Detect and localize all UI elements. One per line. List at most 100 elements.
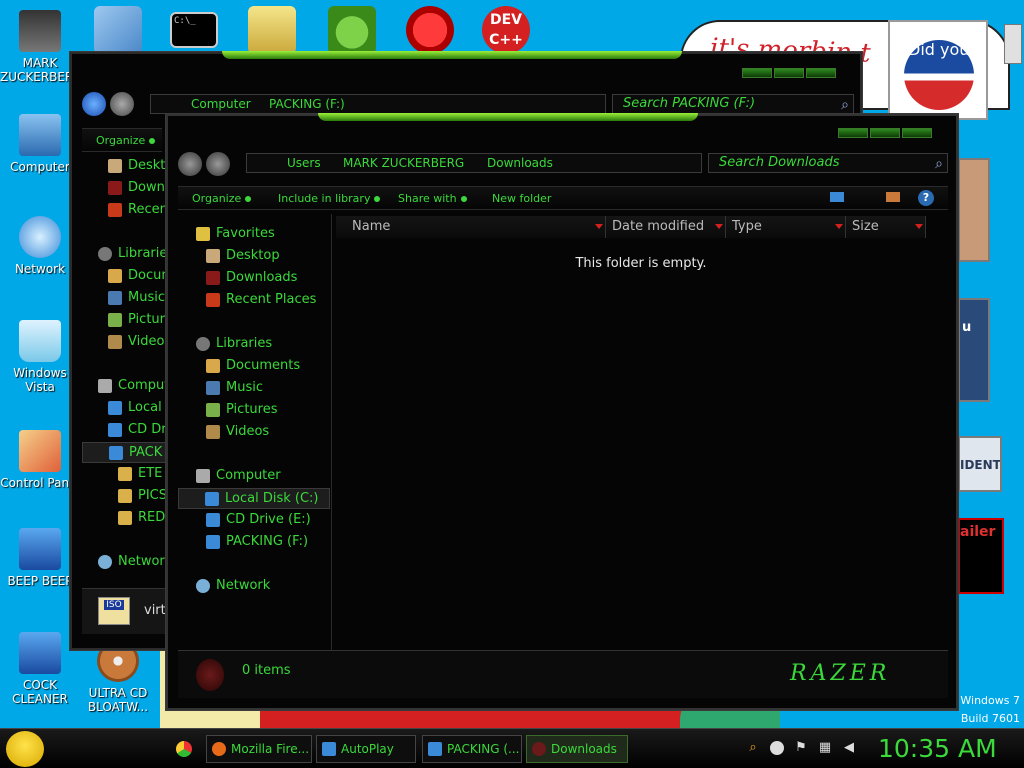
desktop-icon-bad-piggies[interactable] [328, 6, 376, 54]
wallpaper-president-text: IDENT [960, 458, 1001, 472]
nav-documents[interactable]: Docun [108, 268, 170, 283]
desktop-icon-cock-cleaner[interactable]: COCK CLEANER [0, 632, 80, 706]
desktop-gadget-scroll[interactable] [1004, 24, 1022, 64]
nav-videos[interactable]: Videos [206, 424, 269, 439]
nav-desktop[interactable]: Desktop [206, 248, 280, 263]
explorer-window-downloads[interactable]: Users MARK ZUCKERBERG Downloads Search D… [166, 113, 958, 710]
nav-videos[interactable]: Videos [108, 334, 171, 349]
nav-packing[interactable]: PACKING (F:) [206, 534, 308, 549]
desktop-icon-ultra-cd[interactable]: ULTRA CD BLOATW... [78, 640, 158, 714]
taskbar-button-autoplay[interactable]: AutoPlay [316, 735, 416, 763]
forward-button[interactable] [206, 152, 230, 176]
nav-local-disk[interactable]: Local [108, 400, 162, 415]
minimize-button[interactable] [838, 128, 868, 138]
desktop-icon-p-app[interactable] [406, 6, 454, 54]
nav-network[interactable]: Network [98, 554, 172, 569]
nav-folder-red[interactable]: RED [118, 510, 165, 525]
search-input[interactable]: Search PACKING (F:) ⌕ [612, 94, 854, 114]
window-controls[interactable] [838, 128, 932, 142]
breadcrumb-computer[interactable]: Computer [191, 95, 251, 113]
nav-packing[interactable]: PACK [82, 442, 168, 463]
desktop-icon-computer[interactable]: Computer [0, 114, 80, 174]
minimize-button[interactable] [742, 68, 772, 78]
forward-button[interactable] [110, 92, 134, 116]
organize-button[interactable]: Organize [192, 192, 252, 205]
toolbar: Organize Include in library Share with N… [178, 186, 948, 210]
breadcrumb-mark-zuckerberg[interactable]: MARK ZUCKERBERG [343, 154, 464, 172]
nav-favorites[interactable]: Favorites [196, 226, 275, 241]
breadcrumb-users[interactable]: Users [287, 154, 321, 172]
volume-icon[interactable]: ◀ [842, 741, 856, 755]
desktop-icon-beep-beep[interactable]: BEEP BEEP [0, 528, 80, 588]
tray-status-icon[interactable] [770, 741, 784, 755]
nav-recent[interactable]: Recen [108, 202, 168, 217]
back-button[interactable] [82, 92, 106, 116]
search-placeholder: Search PACKING (F:) [623, 96, 756, 111]
maximize-button[interactable] [870, 128, 900, 138]
close-button[interactable] [806, 68, 836, 78]
view-icon[interactable] [830, 192, 844, 202]
wallpaper-poster-card: Did you [888, 20, 988, 120]
chrome-icon[interactable] [176, 741, 192, 757]
column-header-size[interactable]: Size [846, 216, 926, 238]
dev-cpp-label: DEV C++ [489, 12, 523, 48]
build-watermark: Build 7601 [960, 712, 1020, 725]
nav-local-disk[interactable]: Local Disk (C:) [178, 488, 330, 509]
include-in-library-button[interactable]: Include in library [278, 192, 381, 205]
nav-network[interactable]: Network [196, 578, 270, 593]
desktop-icon-control-panel[interactable]: Control Panel [0, 430, 80, 490]
nav-cd-drive[interactable]: CD Drive (E:) [206, 512, 311, 527]
search-input[interactable]: Search Downloads ⌕ [708, 153, 948, 173]
column-header-type[interactable]: Type [726, 216, 846, 238]
nav-music[interactable]: Music [206, 380, 263, 395]
nav-documents[interactable]: Documents [206, 358, 300, 373]
nav-libraries[interactable]: Libraries [98, 246, 174, 261]
address-bar[interactable]: Computer PACKING (F:) [150, 94, 606, 114]
search-tray-icon[interactable]: ⌕ [746, 741, 760, 755]
taskbar-button-downloads[interactable]: Downloads [526, 735, 628, 763]
nav-recent-places[interactable]: Recent Places [206, 292, 316, 307]
back-button[interactable] [178, 152, 202, 176]
column-header-name[interactable]: Name [336, 216, 606, 238]
taskbar-button-firefox[interactable]: Mozilla Fire... [206, 735, 312, 763]
desktop-icon-folder[interactable] [248, 6, 296, 54]
organize-button[interactable]: Organize [96, 134, 156, 147]
desktop-icon-network[interactable]: Network [0, 216, 80, 276]
address-bar[interactable]: Users MARK ZUCKERBERG Downloads [246, 153, 702, 173]
nav-pictures[interactable]: Pictures [206, 402, 277, 417]
action-center-icon[interactable]: ⚑ [794, 741, 808, 755]
nav-downloads[interactable]: Downloads [206, 270, 297, 285]
nav-libraries[interactable]: Libraries [196, 336, 272, 351]
nav-folder-ete[interactable]: ETE [118, 466, 162, 481]
clock[interactable]: 10:35 AM [878, 734, 997, 763]
search-icon[interactable]: ⌕ [841, 96, 849, 114]
nav-pictures[interactable]: Pictur [108, 312, 165, 327]
nav-music[interactable]: Music [108, 290, 165, 305]
start-button[interactable] [6, 731, 44, 767]
window-controls[interactable] [742, 68, 836, 82]
close-button[interactable] [902, 128, 932, 138]
desktop-icon-dev-cpp[interactable]: DEV C++ [482, 6, 530, 54]
nav-computer[interactable]: Computer [196, 468, 281, 483]
help-icon[interactable]: ? [918, 190, 934, 206]
maximize-button[interactable] [774, 68, 804, 78]
network-tray-icon[interactable]: ▦ [818, 741, 832, 755]
new-folder-button[interactable]: New folder [492, 192, 551, 205]
desktop-icon-windows-vista[interactable]: Windows Vista [0, 320, 80, 394]
breadcrumb-downloads[interactable]: Downloads [487, 154, 553, 172]
breadcrumb-packing[interactable]: PACKING (F:) [269, 95, 345, 113]
taskbar-button-packing[interactable]: PACKING (... [422, 735, 522, 763]
desktop-icon-note[interactable] [94, 6, 142, 54]
nav-cd-drive[interactable]: CD Dr [108, 422, 167, 437]
nav-computer[interactable]: Comput [98, 378, 169, 393]
nav-desktop[interactable]: Deskt [108, 158, 165, 173]
column-header-date-modified[interactable]: Date modified [606, 216, 726, 238]
search-icon[interactable]: ⌕ [935, 155, 943, 173]
desktop-icon-cmd[interactable]: C:\_ [170, 12, 218, 48]
nav-folder-pics[interactable]: PICS [118, 488, 167, 503]
nav-downloads[interactable]: Downl [108, 180, 168, 195]
preview-pane-icon[interactable] [886, 192, 900, 202]
share-with-button[interactable]: Share with [398, 192, 467, 205]
desktop-icon-mark-zuckerberg[interactable]: MARK ZUCKERBERG [0, 10, 83, 84]
sort-arrow-icon [715, 224, 723, 229]
